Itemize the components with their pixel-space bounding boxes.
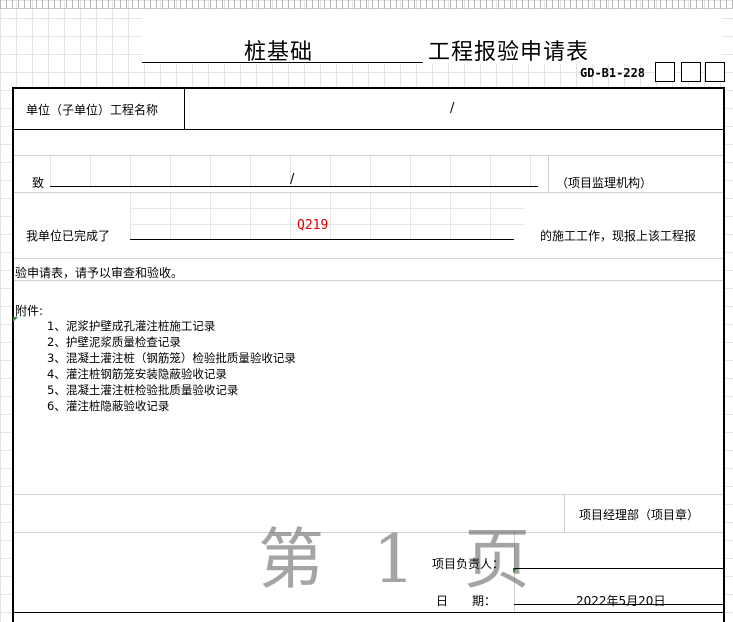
frame-left <box>12 87 14 622</box>
completed-continuation: 验申请表，请予以审查和验收。 <box>15 266 184 280</box>
completed-value[interactable]: Q219 <box>297 218 328 233</box>
frame-bottom-line <box>12 612 725 613</box>
attachments-label: 附件: <box>15 304 44 318</box>
unit-label: 单位（子单位）工程名称 <box>26 103 159 117</box>
form-code: GD-B1-228 <box>580 66 646 80</box>
leader-underline <box>514 568 723 569</box>
title-form: 工程报验申请表 <box>428 40 590 65</box>
date-value[interactable]: 2022年5月20日 <box>576 592 665 609</box>
code-box-1[interactable] <box>655 62 675 82</box>
frame-top <box>12 87 725 89</box>
attachment-item-3: 3、混凝土灌注桩（钢筋笼）检验批质量验收记录 <box>47 351 296 365</box>
grid-line <box>548 155 549 192</box>
attachment-item-2: 2、护壁泥浆质量检查记录 <box>47 335 181 349</box>
grid-line <box>14 494 723 495</box>
unit-value[interactable]: / <box>450 101 454 116</box>
page-watermark: 第 1 页 <box>258 521 544 598</box>
grid-line <box>14 258 723 259</box>
grid-line <box>564 494 565 532</box>
to-value[interactable]: / <box>290 172 294 187</box>
column-header-strip <box>0 0 733 9</box>
unit-row-bottom <box>12 129 725 130</box>
unit-row-divider <box>184 88 185 129</box>
grid-line <box>14 192 723 193</box>
attachment-item-4: 4、灌注桩钢筋笼安装隐蔽验收记录 <box>47 367 227 381</box>
attachment-item-5: 5、混凝土灌注桩检验批质量验收记录 <box>47 383 239 397</box>
to-label: 致 <box>32 176 45 190</box>
attachment-item-1: 1、泥浆护壁成孔灌注桩施工记录 <box>47 319 216 333</box>
cell-comment-marker <box>13 317 18 322</box>
attachment-item-6: 6、灌注桩隐蔽验收记录 <box>47 399 170 413</box>
date-label: 日 期： <box>436 594 497 608</box>
code-box-2[interactable] <box>681 62 701 82</box>
frame-right <box>723 87 725 622</box>
completed-underline <box>130 239 514 240</box>
date-underline <box>514 604 723 605</box>
grid-line <box>14 155 723 156</box>
project-dept-seal: 项目经理部（项目章） <box>579 508 700 522</box>
completed-suffix: 的施工工作，现报上该工程报 <box>540 229 697 243</box>
completed-prefix: 我单位已完成了 <box>26 229 111 243</box>
to-suffix: （项目监理机构） <box>556 176 653 190</box>
code-box-3[interactable] <box>705 62 725 82</box>
title-underline <box>142 62 423 63</box>
leader-label: 项目负责人： <box>432 557 505 571</box>
